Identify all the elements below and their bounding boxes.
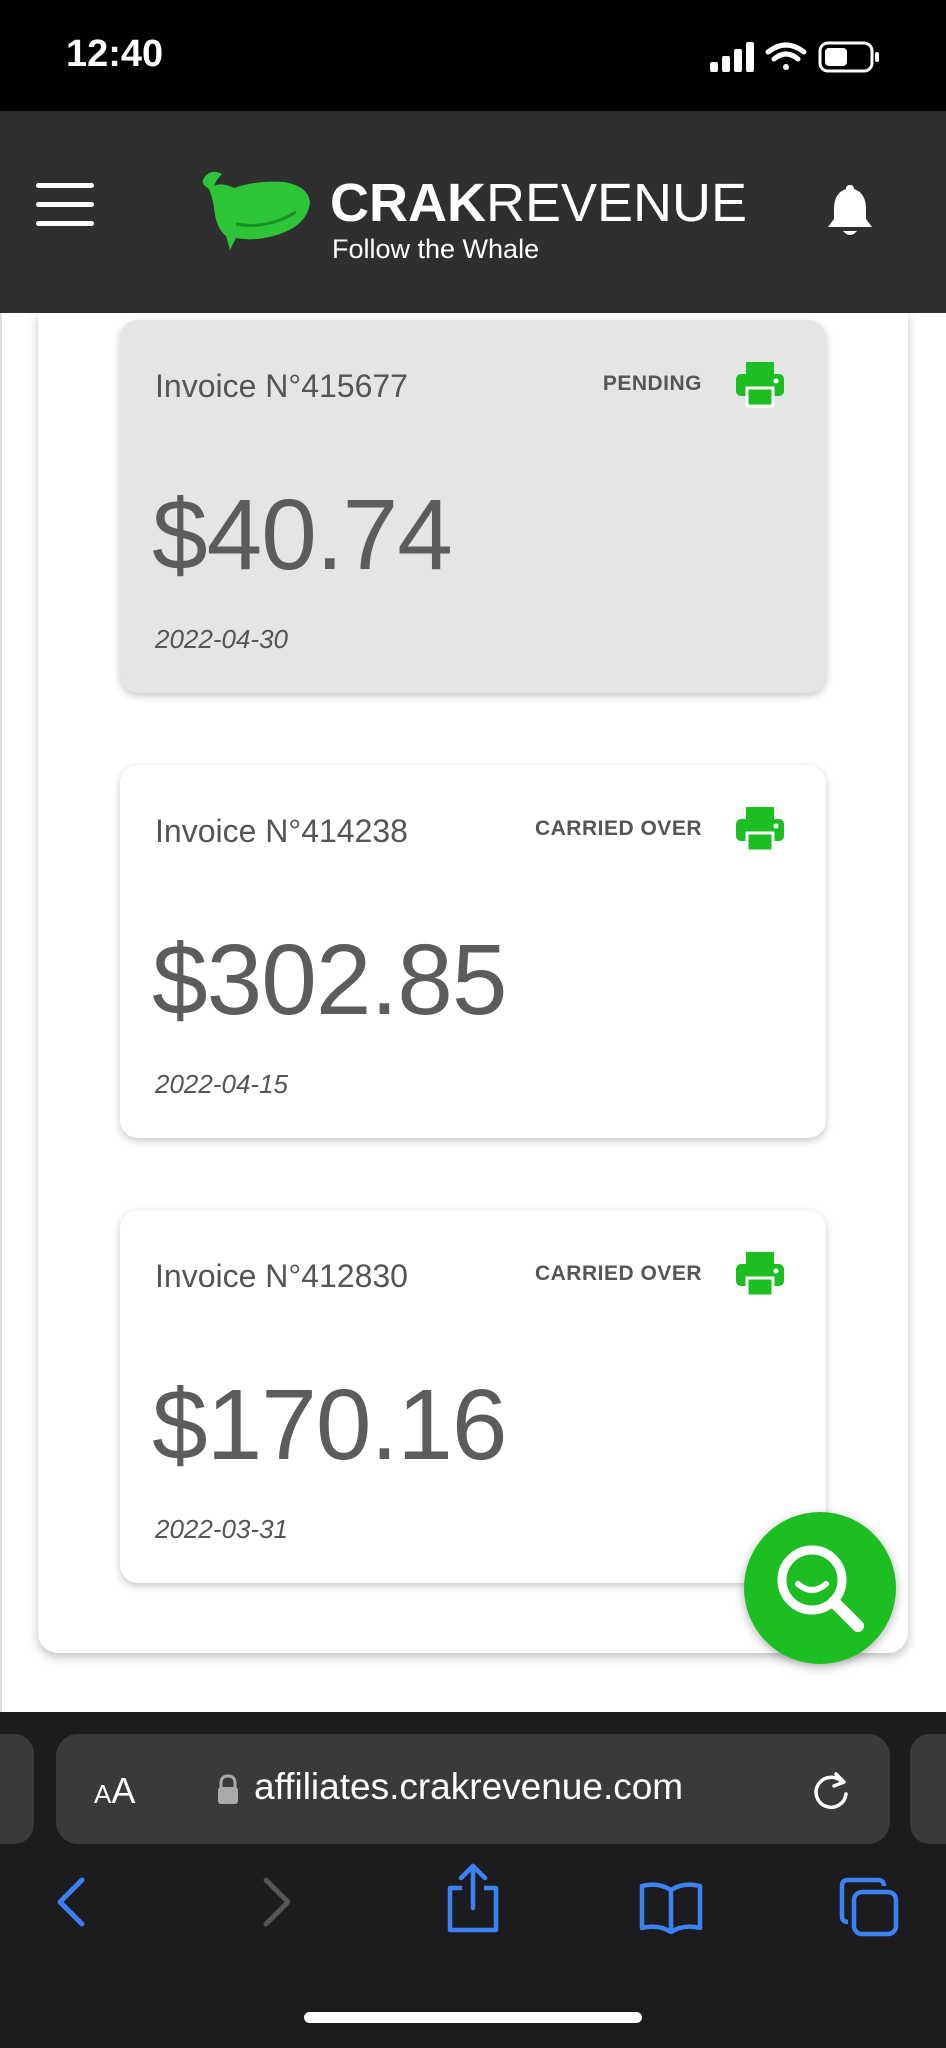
invoice-card[interactable]: Invoice N°412830 CARRIED OVER $170.16 20… (120, 1210, 826, 1583)
chevron-left-icon[interactable] (52, 1872, 92, 1932)
invoice-status-badge: CARRIED OVER (534, 1262, 702, 1285)
bell-icon[interactable] (826, 181, 874, 239)
invoice-amount: $170.16 (152, 1369, 507, 1481)
address-bar[interactable]: AA affiliates.crakrevenue.com (56, 1734, 890, 1844)
page-edge (0, 313, 2, 1713)
whale-logo-icon (202, 171, 310, 250)
book-icon[interactable] (638, 1880, 704, 1934)
app-header: CRAKREVENUE Follow the Whale (0, 111, 946, 313)
lock-icon (218, 1774, 238, 1804)
printer-icon[interactable] (734, 360, 786, 408)
invoice-date: 2022-03-31 (155, 1514, 288, 1544)
wifi-icon (765, 42, 807, 70)
status-bar: 12:40 (0, 0, 946, 111)
invoice-status-badge: CARRIED OVER (534, 817, 702, 840)
brand-tagline: Follow the Whale (332, 234, 540, 264)
search-button[interactable] (744, 1512, 896, 1664)
invoice-status-badge: PENDING (602, 372, 702, 395)
url-text: affiliates.crakrevenue.com (254, 1766, 684, 1807)
invoice-date: 2022-04-15 (155, 1069, 288, 1099)
invoice-amount: $302.85 (152, 924, 507, 1036)
chevron-right-icon[interactable] (256, 1872, 296, 1932)
battery-icon (818, 41, 879, 73)
status-icons (710, 40, 910, 76)
brand-name: CRAKREVENUE (330, 176, 747, 230)
search-icon (777, 1545, 864, 1632)
status-time: 12:40 (66, 33, 164, 75)
invoice-date: 2022-04-30 (155, 624, 288, 654)
brand-name-bold: CRAK (330, 173, 486, 233)
invoice-number: Invoice N°414238 (155, 813, 408, 849)
invoice-card[interactable]: Invoice N°414238 CARRIED OVER $302.85 20… (120, 765, 826, 1138)
brand-logo[interactable]: CRAKREVENUE Follow the Whale (196, 164, 756, 264)
invoice-amount: $40.74 (152, 479, 453, 591)
home-indicator[interactable] (304, 2012, 642, 2023)
invoice-number: Invoice N°412830 (155, 1258, 408, 1294)
invoice-card[interactable]: Invoice N°415677 PENDING $40.74 2022-04-… (120, 320, 826, 693)
reload-icon[interactable] (812, 1770, 852, 1812)
invoice-number: Invoice N°415677 (155, 368, 408, 404)
hamburger-menu-icon[interactable] (36, 183, 94, 231)
share-icon[interactable] (442, 1862, 504, 1934)
browser-toolbar: AA affiliates.crakrevenue.com (0, 1712, 946, 2048)
signal-icon (710, 42, 754, 72)
tabs-icon[interactable] (838, 1876, 900, 1938)
printer-icon[interactable] (734, 805, 786, 853)
brand-name-regular: REVENUE (486, 173, 748, 233)
previous-tab-peek[interactable] (0, 1734, 34, 1844)
printer-icon[interactable] (734, 1250, 786, 1298)
reader-options-button[interactable]: AA (94, 1770, 135, 1812)
next-tab-peek[interactable] (910, 1734, 946, 1844)
